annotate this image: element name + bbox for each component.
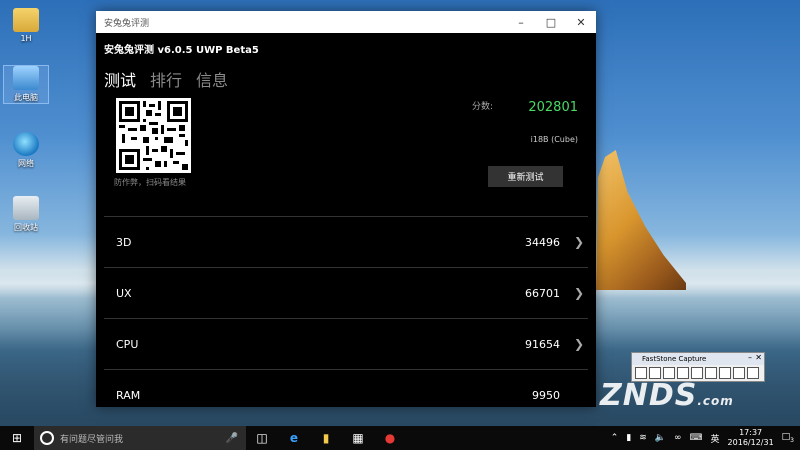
tab-bar: 测试 排行 信息	[104, 67, 228, 91]
search-box[interactable]: 有问题尽管问我 🎤	[34, 426, 246, 450]
tab-info[interactable]: 信息	[196, 67, 228, 91]
tab-ranking[interactable]: 排行	[150, 67, 182, 91]
folder-icon: ▮	[322, 431, 330, 445]
wifi-icon[interactable]: ≋	[639, 433, 647, 443]
notification-count: 3	[790, 436, 794, 444]
close-button[interactable]: ✕	[566, 11, 596, 33]
maximize-button[interactable]: □	[536, 11, 566, 33]
ime-indicator[interactable]: 英	[711, 432, 720, 445]
chevron-right-icon: ❯	[574, 235, 585, 249]
score-label: 分数:	[472, 102, 494, 112]
desktop-icon-network[interactable]: 网络	[4, 132, 48, 169]
cortana-icon	[40, 431, 54, 445]
watermark: ZNDS.com	[600, 378, 734, 413]
qr-caption: 防作弊，扫码看结果	[114, 178, 186, 187]
microphone-icon[interactable]: 🎤	[226, 433, 238, 444]
clock-time: 17:37	[739, 428, 763, 437]
result-name: RAM	[116, 388, 141, 402]
user-folder-icon	[13, 8, 39, 32]
network-icon	[13, 132, 39, 156]
result-value: 91654	[525, 337, 560, 351]
task-view-icon: ◫	[256, 431, 268, 445]
clock-date: 2016/12/31	[727, 438, 774, 447]
result-value: 9950	[532, 388, 560, 402]
results-list: 3D 34496 ❯ UX 66701 ❯ CPU 91654 ❯ RAM 99…	[104, 216, 588, 420]
antutu-taskbar-button[interactable]: ●	[374, 431, 406, 445]
battery-icon[interactable]: ▮	[626, 433, 631, 443]
file-explorer-button[interactable]: ▮	[310, 431, 342, 445]
desktop-icon-this-pc[interactable]: 此电脑	[3, 65, 49, 104]
minimize-button[interactable]: –	[506, 11, 536, 33]
minimize-button[interactable]: –	[748, 353, 752, 362]
qr-code	[116, 98, 191, 173]
store-button[interactable]: ▦	[342, 431, 374, 445]
recycle-bin-icon	[13, 196, 39, 220]
this-pc-icon	[13, 66, 39, 90]
antutu-icon: ●	[384, 431, 396, 445]
system-tray: ⌃ ▮ ≋ 🔈 ∞ ⌨ 英 17:37 2016/12/31 □3	[611, 428, 800, 448]
device-name: i18B (Cube)	[530, 135, 578, 144]
desktop-icon-user[interactable]: 1H	[4, 8, 48, 43]
capture-video-icon[interactable]	[733, 367, 745, 379]
result-value: 66701	[525, 286, 560, 300]
retest-button[interactable]: 重新测试	[488, 166, 563, 187]
result-name: UX	[116, 286, 132, 300]
result-row-ux[interactable]: UX 66701 ❯	[104, 267, 588, 318]
settings-icon[interactable]	[747, 367, 759, 379]
windows-logo-icon: ⊞	[11, 431, 23, 445]
start-button[interactable]: ⊞	[0, 431, 34, 445]
clock[interactable]: 17:37 2016/12/31	[728, 428, 774, 448]
window-titlebar[interactable]: 安兔兔评测 – □ ✕	[96, 11, 596, 33]
app-title: 安兔兔评测 v6.0.5 UWP Beta5	[104, 45, 259, 56]
chevron-up-icon[interactable]: ⌃	[611, 433, 619, 443]
edge-icon: e	[289, 431, 299, 445]
score-value: 202801	[528, 100, 578, 115]
faststone-title: FastStone Capture	[642, 355, 707, 363]
result-value: 34496	[525, 235, 560, 249]
desktop-icon-recycle-bin[interactable]: 回收站	[4, 196, 48, 233]
chevron-right-icon: ❯	[574, 337, 585, 351]
task-view-button[interactable]: ◫	[246, 431, 278, 445]
tab-test[interactable]: 测试	[104, 67, 136, 91]
store-icon: ▦	[352, 431, 364, 445]
volume-icon[interactable]: 🔈	[655, 433, 666, 443]
result-name: 3D	[116, 235, 132, 249]
window-title: 安兔兔评测	[104, 18, 150, 29]
wallpaper-cliff	[596, 150, 686, 290]
result-name: CPU	[116, 337, 139, 351]
keyboard-icon[interactable]: ⌨	[690, 433, 703, 443]
result-row-cpu[interactable]: CPU 91654 ❯	[104, 318, 588, 369]
result-row-3d[interactable]: 3D 34496 ❯	[104, 216, 588, 267]
antutu-window: 安兔兔评测 – □ ✕ 安兔兔评测 v6.0.5 UWP Beta5 测试 排行…	[96, 11, 596, 407]
link-icon[interactable]: ∞	[674, 433, 682, 443]
notification-icon[interactable]: □3	[782, 432, 794, 444]
search-placeholder: 有问题尽管问我	[60, 434, 124, 445]
result-row-ram: RAM 9950	[104, 369, 588, 420]
chevron-right-icon: ❯	[574, 286, 585, 300]
taskbar: ⊞ 有问题尽管问我 🎤 ◫ e ▮ ▦ ● ⌃ ▮ ≋ 🔈 ∞ ⌨ 英 17:3…	[0, 426, 800, 450]
edge-button[interactable]: e	[278, 431, 310, 445]
close-button[interactable]: ✕	[755, 353, 762, 362]
